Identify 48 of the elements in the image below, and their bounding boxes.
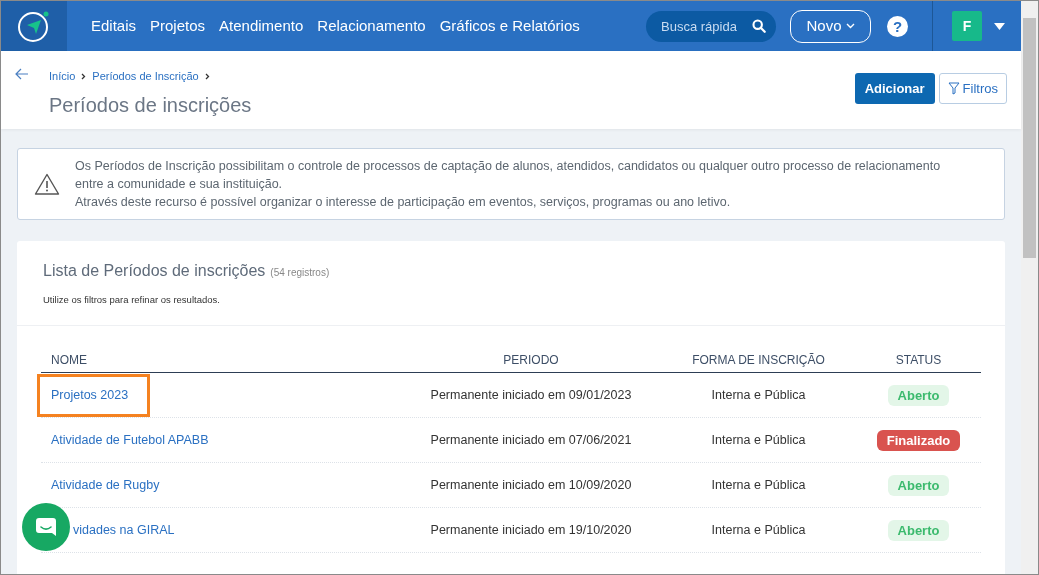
nav-link[interactable]: Projetos [150,14,206,38]
table-cell: Interna e Pública [711,432,806,447]
table-cell: Permanente iniciado em 19/10/2020 [430,522,632,537]
period-link[interactable]: Atividade de Rugby [51,477,160,492]
list-hint: Utilize os filtros para refinar os resultados. [43,293,221,307]
period-link[interactable]: Projetos 2023 [51,387,129,402]
status-badge: Aberto [887,519,950,541]
filters-button[interactable]: Filtros [938,73,1007,104]
period-link[interactable]: vidades na GIRAL [73,522,175,537]
status-badge: Aberto [887,384,950,406]
table-cell: Permanente iniciado em 10/09/2020 [430,477,632,492]
status-badge: Finalizado [876,429,961,451]
column-header: PERIODO [503,353,559,368]
alert-text: Através deste recurso é possível organizar o interesse de participação em eventos, serviços, programas ou ano letivo. [75,194,732,211]
column-header: STATUS [895,353,942,368]
list-title: Lista de Períodos de inscrições [43,261,266,281]
table-cell: Permanente iniciado em 07/06/2021 [430,432,632,447]
column-header: NOME [51,353,87,368]
new-button[interactable]: Novo [790,9,871,43]
alert-text: Os Períodos de Inscrição possibilitam o controle de processos de captação de alunos, atendidos, candidatos ou qualquer outro processo de relacionamento entre a comunidade e sua instituição. [75,158,942,193]
table-cell: Permanente iniciado em 09/01/2023 [430,387,632,402]
breadcrumb-link[interactable]: Períodos de Inscrição [92,68,199,85]
table-cell: Interna e Pública [711,522,806,537]
back-arrow-icon[interactable] [15,68,29,80]
search-field[interactable]: Busca rápida [646,10,776,42]
table-cell: Interna e Pública [711,477,806,492]
help-icon[interactable]: ? [887,15,908,37]
caret-icon[interactable] [994,22,1005,30]
scrollbar[interactable] [1021,1,1038,574]
period-link[interactable]: Atividade de Futebol APABB [51,432,209,447]
record-count: (54 registros) [270,266,330,280]
chevron-icon [204,72,210,80]
chevron-icon [845,23,855,29]
nav-link[interactable]: Gráficos e Relatórios [439,14,580,38]
nav-link[interactable]: Editais [91,14,137,38]
chevron-icon [81,72,87,80]
add-button[interactable]: Adicionar [854,73,935,104]
column-header: FORMA DE INSCRIÇÃO [692,353,825,368]
warning-icon [34,173,60,195]
page-title: Períodos de inscrições [49,92,252,118]
search-icon [752,19,766,33]
funnel-icon [947,82,960,95]
table-cell: Interna e Pública [711,387,806,402]
breadcrumb-link[interactable]: Início [49,68,76,85]
chat-icon [35,517,57,537]
status-badge: Aberto [887,474,950,496]
nav-link[interactable]: Relacionamento [317,14,426,38]
nav-link[interactable]: Atendimento [219,14,304,38]
